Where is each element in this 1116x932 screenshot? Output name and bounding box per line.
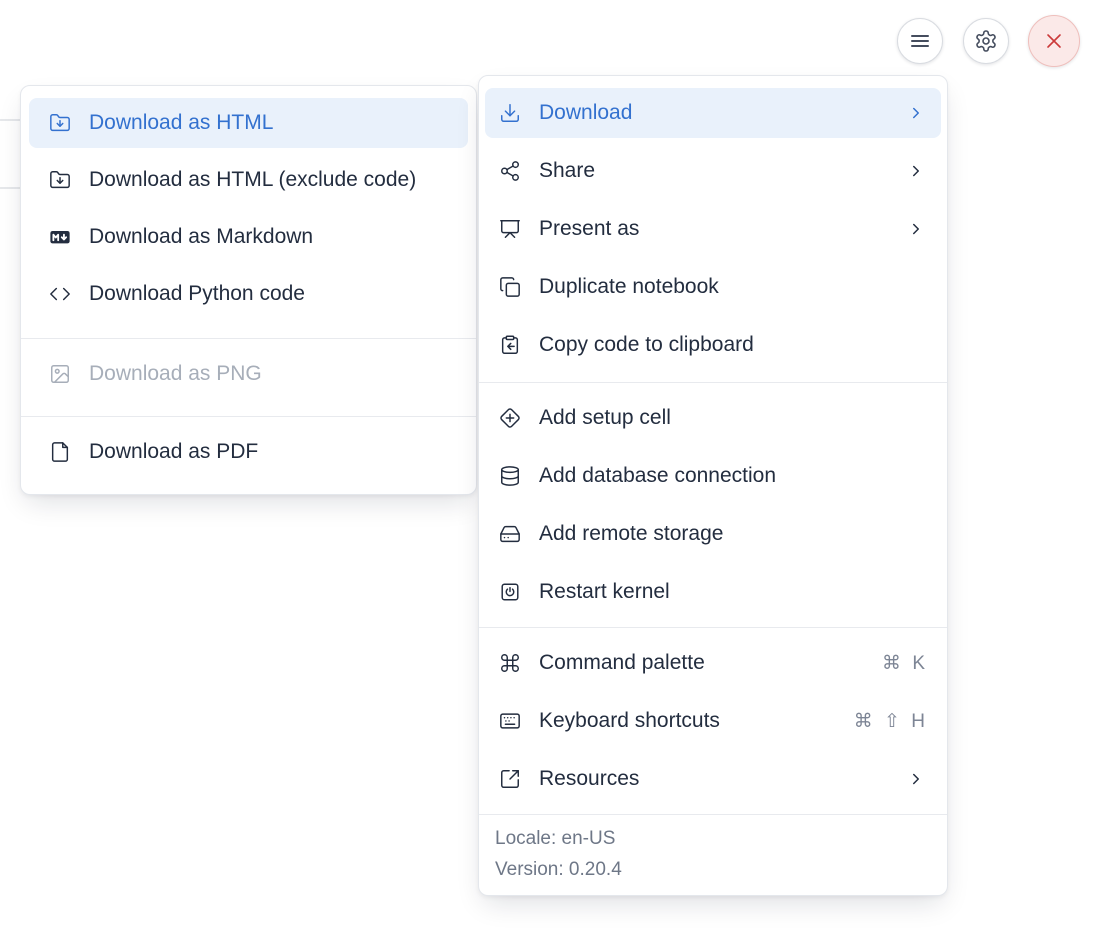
menu-item-label: Command palette xyxy=(539,651,882,675)
background-cell-border xyxy=(0,187,20,189)
menu-item-add-remote-storage[interactable]: Add remote storage xyxy=(485,509,941,559)
file-icon xyxy=(49,441,71,463)
menu-section: Command palette ⌘ K Keyboard shortcuts ⌘… xyxy=(479,628,947,814)
menu-item-label: Download as Markdown xyxy=(89,225,452,249)
hamburger-icon xyxy=(908,29,932,53)
menu-item-add-database-connection[interactable]: Add database connection xyxy=(485,451,941,501)
chevron-right-icon xyxy=(907,104,925,122)
markdown-icon xyxy=(49,226,71,248)
menu-item-label: Download as PDF xyxy=(89,440,452,464)
menu-item-add-setup-cell[interactable]: Add setup cell xyxy=(485,393,941,443)
folder-down-icon xyxy=(49,112,71,134)
download-submenu: Download as HTML Download as HTML (exclu… xyxy=(20,85,477,495)
close-button[interactable] xyxy=(1028,15,1080,67)
power-square-icon xyxy=(499,581,521,603)
menu-item-label: Keyboard shortcuts xyxy=(539,709,854,733)
menu-item-label: Resources xyxy=(539,767,907,791)
menu-item-download-as-png: Download as PNG xyxy=(29,349,468,399)
menu-item-label: Download as PNG xyxy=(89,362,452,386)
submenu-section: Download as PDF xyxy=(21,417,476,494)
share-icon xyxy=(499,160,521,182)
menu-item-label: Duplicate notebook xyxy=(539,275,925,299)
menu-item-label: Add remote storage xyxy=(539,522,925,546)
menu-item-download-as-pdf[interactable]: Download as PDF xyxy=(29,427,468,477)
menu-item-label: Restart kernel xyxy=(539,580,925,604)
menu-item-duplicate-notebook[interactable]: Duplicate notebook xyxy=(485,262,941,312)
menu-item-label: Download as HTML xyxy=(89,111,452,135)
submenu-section: Download as HTML Download as HTML (exclu… xyxy=(21,86,476,338)
version-text: Version: 0.20.4 xyxy=(495,854,931,885)
database-icon xyxy=(499,465,521,487)
menu-item-label: Download as HTML (exclude code) xyxy=(89,168,452,192)
keyboard-shortcut: ⌘ ⇧ H xyxy=(854,710,925,733)
menu-item-download-as-html-exclude-code[interactable]: Download as HTML (exclude code) xyxy=(29,155,468,205)
image-icon xyxy=(49,363,71,385)
menu-item-label: Add database connection xyxy=(539,464,925,488)
external-link-icon xyxy=(499,768,521,790)
canvas: { "colors": { "accent_blue": "#3371cf", … xyxy=(0,0,1116,932)
chevron-right-icon xyxy=(907,770,925,788)
menu-item-label: Add setup cell xyxy=(539,406,925,430)
chevron-right-icon xyxy=(907,220,925,238)
hard-drive-icon xyxy=(499,523,521,545)
code-icon xyxy=(49,283,71,305)
menu-item-download[interactable]: Download xyxy=(485,88,941,138)
menu-item-present-as[interactable]: Present as xyxy=(485,204,941,254)
menu-section: Download Share Present as xyxy=(479,76,947,382)
clipboard-paste-icon xyxy=(499,334,521,356)
submenu-section: Download as PNG xyxy=(21,339,476,416)
menu-item-download-as-html[interactable]: Download as HTML xyxy=(29,98,468,148)
hamburger-menu-button[interactable] xyxy=(897,18,943,64)
menu-item-restart-kernel[interactable]: Restart kernel xyxy=(485,567,941,617)
background-cell-border xyxy=(0,119,20,121)
menu-item-share[interactable]: Share xyxy=(485,146,941,196)
chevron-right-icon xyxy=(907,162,925,180)
command-icon xyxy=(499,652,521,674)
menu-item-label: Share xyxy=(539,159,907,183)
menu-item-copy-code-to-clipboard[interactable]: Copy code to clipboard xyxy=(485,320,941,370)
menu-item-command-palette[interactable]: Command palette ⌘ K xyxy=(485,638,941,688)
keyboard-shortcut: ⌘ K xyxy=(882,652,925,675)
menu-item-download-as-markdown[interactable]: Download as Markdown xyxy=(29,212,468,262)
locale-text: Locale: en-US xyxy=(495,823,931,854)
folder-down-icon xyxy=(49,169,71,191)
diamond-plus-icon xyxy=(499,407,521,429)
menu-footer: Locale: en-US Version: 0.20.4 xyxy=(479,815,947,895)
gear-icon xyxy=(974,29,998,53)
menu-item-label: Download Python code xyxy=(89,282,452,306)
download-icon xyxy=(499,102,521,124)
menu-item-label: Download xyxy=(539,101,907,125)
close-icon xyxy=(1042,29,1066,53)
copy-icon xyxy=(499,276,521,298)
menu-section: Add setup cell Add database connection A… xyxy=(479,383,947,627)
menu-item-download-python-code[interactable]: Download Python code xyxy=(29,269,468,319)
notebook-actions-menu: Download Share Present as xyxy=(478,75,948,896)
menu-item-keyboard-shortcuts[interactable]: Keyboard shortcuts ⌘ ⇧ H xyxy=(485,696,941,746)
presentation-icon xyxy=(499,218,521,240)
menu-item-resources[interactable]: Resources xyxy=(485,754,941,804)
menu-item-label: Copy code to clipboard xyxy=(539,333,925,357)
settings-button[interactable] xyxy=(963,18,1009,64)
menu-item-label: Present as xyxy=(539,217,907,241)
keyboard-icon xyxy=(499,710,521,732)
